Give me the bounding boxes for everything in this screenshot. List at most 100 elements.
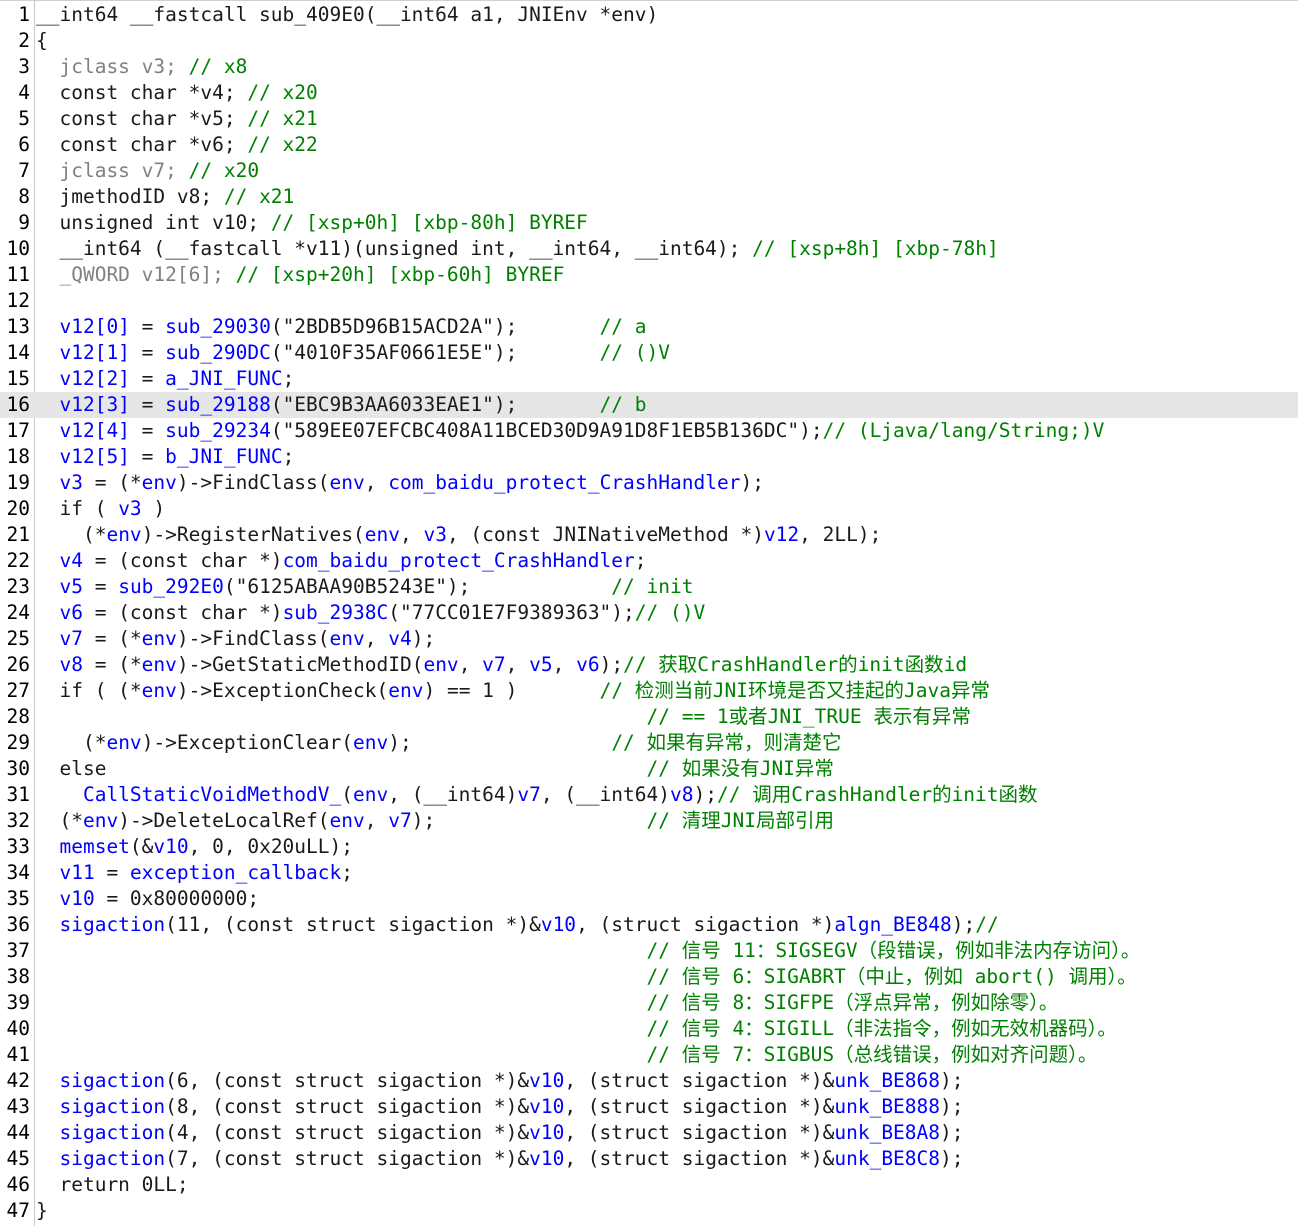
code-line[interactable]: 19 v3 = (*env)->FindClass(env, com_baidu… — [0, 470, 1298, 496]
line-code[interactable]: (*env)->DeleteLocalRef(env, v7); // 清理JN… — [36, 808, 834, 834]
line-code[interactable]: else // 如果没有JNI异常 — [36, 756, 833, 782]
line-code[interactable]: (*env)->ExceptionClear(env); // 如果有异常，则清… — [36, 730, 842, 756]
line-code[interactable]: sigaction(4, (const struct sigaction *)&… — [36, 1120, 963, 1146]
line-code[interactable]: { — [36, 28, 48, 54]
code-line[interactable]: 41 // 信号 7：SIGBUS（总线错误，例如对齐问题）。 — [0, 1042, 1298, 1068]
code-line[interactable]: 20 if ( v3 ) — [0, 496, 1298, 522]
line-number: 35 — [6, 887, 30, 910]
code-line[interactable]: 9 unsigned int v10; // [xsp+0h] [xbp-80h… — [0, 210, 1298, 236]
line-code[interactable]: jmethodID v8; // x21 — [36, 184, 294, 210]
code-line[interactable]: 3 jclass v3; // x8 — [0, 54, 1298, 80]
line-code[interactable]: return 0LL; — [36, 1172, 188, 1198]
code-line[interactable]: 37 // 信号 11：SIGSEGV（段错误，例如非法内存访问）。 — [0, 938, 1298, 964]
line-code[interactable]: v11 = exception_callback; — [36, 860, 353, 886]
code-line[interactable]: 46 return 0LL; — [0, 1172, 1298, 1198]
code-line[interactable]: 17 v12[4] = sub_29234("589EE07EFCBC408A1… — [0, 418, 1298, 444]
line-code[interactable]: __int64 (__fastcall *v11)(unsigned int, … — [36, 236, 998, 262]
line-code[interactable]: v12[4] = sub_29234("589EE07EFCBC408A11BC… — [36, 418, 1104, 444]
line-code[interactable]: // == 1或者JNI_TRUE 表示有异常 — [36, 704, 970, 730]
code-line[interactable]: 35 v10 = 0x80000000; — [0, 886, 1298, 912]
code-line[interactable]: 4 const char *v4; // x20 — [0, 80, 1298, 106]
code-line[interactable]: 40 // 信号 4：SIGILL（非法指令，例如无效机器码）。 — [0, 1016, 1298, 1042]
line-code[interactable]: v6 = (const char *)sub_2938C("77CC01E7F9… — [36, 600, 705, 626]
line-code[interactable]: v12[2] = a_JNI_FUNC; — [36, 366, 294, 392]
line-code[interactable]: const char *v5; // x21 — [36, 106, 317, 132]
line-code[interactable]: // 信号 7：SIGBUS（总线错误，例如对齐问题）。 — [36, 1042, 1097, 1068]
line-code[interactable]: memset(&v10, 0, 0x20uLL); — [36, 834, 353, 860]
line-code[interactable]: } — [36, 1198, 48, 1224]
line-code[interactable]: v4 = (const char *)com_baidu_protect_Cra… — [36, 548, 646, 574]
code-line[interactable]: 31 CallStaticVoidMethodV_(env, (__int64)… — [0, 782, 1298, 808]
code-line[interactable]: 42 sigaction(6, (const struct sigaction … — [0, 1068, 1298, 1094]
code-line[interactable]: 26 v8 = (*env)->GetStaticMethodID(env, v… — [0, 652, 1298, 678]
code-line[interactable]: 2{ — [0, 28, 1298, 54]
code-line[interactable]: 36 sigaction(11, (const struct sigaction… — [0, 912, 1298, 938]
line-code[interactable]: v12[3] = sub_29188("EBC9B3AA6033EAE1"); … — [36, 392, 646, 418]
code-line[interactable]: 15 v12[2] = a_JNI_FUNC; — [0, 366, 1298, 392]
pseudocode-editor[interactable]: 1 __int64 __fastcall sub_409E0(__int64 a1… — [0, 0, 1298, 1226]
line-code[interactable]: const char *v4; // x20 — [36, 80, 317, 106]
code-line[interactable]: 16 v12[3] = sub_29188("EBC9B3AA6033EAE1"… — [0, 392, 1298, 418]
code-line[interactable]: 22 v4 = (const char *)com_baidu_protect_… — [0, 548, 1298, 574]
code-line[interactable]: 12 — [0, 288, 1298, 314]
code-line[interactable]: 24 v6 = (const char *)sub_2938C("77CC01E… — [0, 600, 1298, 626]
code-line[interactable]: 38 // 信号 6：SIGABRT（中止，例如 abort() 调用）。 — [0, 964, 1298, 990]
code-line[interactable]: 11 _QWORD v12[6]; // [xsp+20h] [xbp-60h]… — [0, 262, 1298, 288]
line-code[interactable]: v3 = (*env)->FindClass(env, com_baidu_pr… — [36, 470, 763, 496]
line-code[interactable]: v10 = 0x80000000; — [36, 886, 259, 912]
line-code[interactable]: // 信号 8：SIGFPE（浮点异常，例如除零）。 — [36, 990, 1058, 1016]
code-token: v7 — [517, 783, 541, 806]
code-line[interactable]: 33 memset(&v10, 0, 0x20uLL); — [0, 834, 1298, 860]
code-line[interactable]: 39 // 信号 8：SIGFPE（浮点异常，例如除零）。 — [0, 990, 1298, 1016]
line-code[interactable]: sigaction(7, (const struct sigaction *)&… — [36, 1146, 963, 1172]
code-token: , (struct sigaction *)& — [564, 1121, 835, 1144]
line-code[interactable]: // 信号 11：SIGSEGV（段错误，例如非法内存访问）。 — [36, 938, 1140, 964]
code-line[interactable]: 23 v5 = sub_292E0("6125ABAA90B5243E"); /… — [0, 574, 1298, 600]
line-code[interactable]: v12[0] = sub_29030("2BDB5D96B15ACD2A"); … — [36, 314, 646, 340]
code-line[interactable]: 14 v12[1] = sub_290DC("4010F35AF0661E5E"… — [0, 340, 1298, 366]
line-code[interactable]: // 信号 4：SIGILL（非法指令，例如无效机器码）。 — [36, 1016, 1116, 1042]
line-code[interactable]: v12[1] = sub_290DC("4010F35AF0661E5E"); … — [36, 340, 670, 366]
line-code[interactable]: if ( v3 ) — [36, 496, 165, 522]
code-token: , — [399, 523, 424, 546]
code-line[interactable]: 1 __int64 __fastcall sub_409E0(__int64 a1… — [0, 2, 1298, 28]
code-line[interactable]: 43 sigaction(8, (const struct sigaction … — [0, 1094, 1298, 1120]
code-line[interactable]: 44 sigaction(4, (const struct sigaction … — [0, 1120, 1298, 1146]
line-code[interactable]: jclass v7; // x20 — [36, 158, 259, 184]
line-code[interactable]: _QWORD v12[6]; // [xsp+20h] [xbp-60h] BY… — [36, 262, 564, 288]
line-code[interactable]: const char *v6; // x22 — [36, 132, 317, 158]
code-line[interactable]: 10 __int64 (__fastcall *v11)(unsigned in… — [0, 236, 1298, 262]
code-line[interactable]: 25 v7 = (*env)->FindClass(env, v4); — [0, 626, 1298, 652]
code-line[interactable]: 34 v11 = exception_callback; — [0, 860, 1298, 886]
code-line[interactable]: 45 sigaction(7, (const struct sigaction … — [0, 1146, 1298, 1172]
code-line[interactable]: 47} — [0, 1198, 1298, 1224]
code-line[interactable]: 21 (*env)->RegisterNatives(env, v3, (con… — [0, 522, 1298, 548]
code-line[interactable]: 5 const char *v5; // x21 — [0, 106, 1298, 132]
line-code[interactable]: sigaction(6, (const struct sigaction *)&… — [36, 1068, 963, 1094]
line-code[interactable]: v8 = (*env)->GetStaticMethodID(env, v7, … — [36, 652, 967, 678]
code-line[interactable]: 29 (*env)->ExceptionClear(env); // 如果有异常… — [0, 730, 1298, 756]
code-line[interactable]: 30 else // 如果没有JNI异常 — [0, 756, 1298, 782]
line-code[interactable]: __int64 __fastcall sub_409E0(__int64 a1,… — [36, 2, 658, 28]
line-code[interactable]: unsigned int v10; // [xsp+0h] [xbp-80h] … — [36, 210, 587, 236]
code-line[interactable]: 18 v12[5] = b_JNI_FUNC; — [0, 444, 1298, 470]
line-code[interactable]: sigaction(11, (const struct sigaction *)… — [36, 912, 998, 938]
line-code[interactable]: jclass v3; // x8 — [36, 54, 247, 80]
line-code[interactable]: (*env)->RegisterNatives(env, v3, (const … — [36, 522, 881, 548]
code-line[interactable]: 8 jmethodID v8; // x21 — [0, 184, 1298, 210]
line-code[interactable]: v12[5] = b_JNI_FUNC; — [36, 444, 294, 470]
line-code[interactable]: if ( (*env)->ExceptionCheck(env) == 1 ) … — [36, 678, 990, 704]
code-line[interactable]: 28 // == 1或者JNI_TRUE 表示有异常 — [0, 704, 1298, 730]
code-line[interactable]: 6 const char *v6; // x22 — [0, 132, 1298, 158]
code-line[interactable]: 13 v12[0] = sub_29030("2BDB5D96B15ACD2A"… — [0, 314, 1298, 340]
code-token: jclass v7; — [36, 159, 189, 182]
line-code[interactable]: sigaction(8, (const struct sigaction *)&… — [36, 1094, 963, 1120]
line-code[interactable]: // 信号 6：SIGABRT（中止，例如 abort() 调用）。 — [36, 964, 1136, 990]
code-token: , 2LL); — [799, 523, 882, 546]
line-code[interactable]: CallStaticVoidMethodV_(env, (__int64)v7,… — [36, 782, 1038, 808]
line-code[interactable]: v7 = (*env)->FindClass(env, v4); — [36, 626, 435, 652]
code-line[interactable]: 32 (*env)->DeleteLocalRef(env, v7); // 清… — [0, 808, 1298, 834]
line-code[interactable]: v5 = sub_292E0("6125ABAA90B5243E"); // i… — [36, 574, 693, 600]
code-line[interactable]: 7 jclass v7; // x20 — [0, 158, 1298, 184]
code-line[interactable]: 27 if ( (*env)->ExceptionCheck(env) == 1… — [0, 678, 1298, 704]
